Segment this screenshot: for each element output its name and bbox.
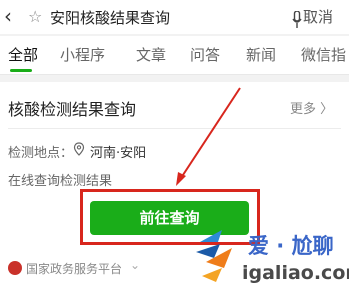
- microphone-icon[interactable]: [292, 11, 302, 29]
- divider: [8, 128, 341, 129]
- card-title: 核酸检测结果查询: [8, 100, 137, 119]
- tab-qa[interactable]: 问答: [190, 44, 220, 65]
- chevron-left-icon[interactable]: ‹: [4, 4, 12, 28]
- search-query[interactable]: 安阳核酸结果查询: [50, 7, 170, 28]
- search-bar[interactable]: ☆ 安阳核酸结果查询: [28, 4, 302, 30]
- tab-all[interactable]: 全部: [8, 44, 38, 65]
- watermark-logo-icon: [196, 230, 232, 282]
- watermark: 爱 · 尬聊 igaliao.com: [192, 228, 349, 292]
- location-pin-icon: [73, 142, 85, 156]
- tab-mini-program[interactable]: 小程序: [60, 44, 105, 65]
- watermark-brand: 爱 · 尬聊: [248, 234, 334, 258]
- cancel-button[interactable]: 取消: [303, 6, 333, 27]
- tab-bar: 全部 小程序 文章 问答 新闻 微信指: [0, 36, 349, 75]
- active-tab-indicator: [10, 69, 32, 72]
- source-label[interactable]: 国家政务服务平台: [26, 260, 122, 277]
- card-description: 在线查询检测结果: [8, 174, 113, 189]
- search-header: ‹ ☆ 安阳核酸结果查询 取消: [0, 0, 349, 34]
- location-value: 河南·安阳: [90, 146, 147, 161]
- chevron-down-icon[interactable]: ⌄: [130, 258, 140, 272]
- more-link[interactable]: 更多 〉: [290, 98, 333, 117]
- tab-news[interactable]: 新闻: [246, 44, 276, 65]
- location-label: 检测地点：: [8, 146, 74, 161]
- tab-wechat[interactable]: 微信指: [301, 44, 346, 65]
- watermark-url: igaliao.com: [242, 262, 349, 284]
- gov-emblem-icon: [8, 261, 22, 275]
- star-outline-icon[interactable]: ☆: [28, 7, 42, 26]
- tab-articles[interactable]: 文章: [136, 44, 166, 65]
